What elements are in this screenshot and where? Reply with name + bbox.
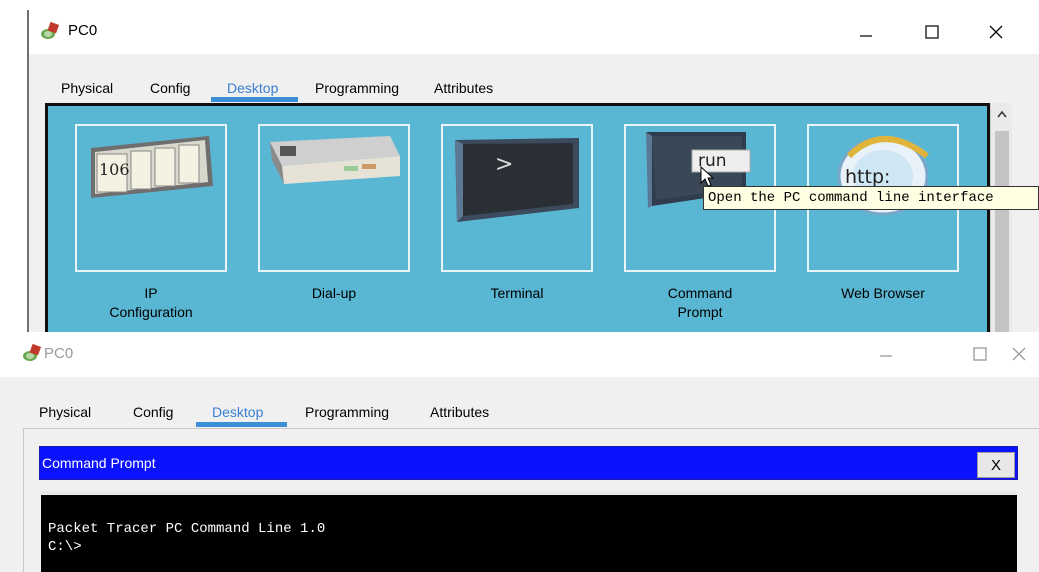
tab-config[interactable]: Config [150,76,190,100]
app-label-terminal: Terminal [490,285,544,301]
tab-attributes[interactable]: Attributes [430,400,489,424]
minimize-icon [880,355,892,357]
app-command-prompt[interactable]: run Command Prompt [624,124,776,322]
active-tab-indicator [211,97,298,102]
vertical-scrollbar[interactable] [990,103,1012,332]
minimize-button[interactable] [846,17,886,47]
window-title: PC0 [68,22,98,39]
app-dial-up[interactable]: Dial-up [258,124,410,303]
modem-icon [258,124,410,272]
command-prompt-close-button[interactable]: X [977,452,1015,478]
maximize-button[interactable] [912,17,952,47]
active-tab-indicator [196,422,287,427]
app-label-dial-up: Dial-up [311,285,357,301]
terminal-prompt-line: C:\> [48,539,82,555]
command-prompt-title-bar: Command Prompt X [39,446,1018,480]
scroll-up-button[interactable] [991,103,1013,125]
tab-programming[interactable]: Programming [305,400,389,424]
minimize-button[interactable] [866,339,906,369]
command-prompt-title: Command Prompt [42,455,156,471]
app-label-command-prompt: Command Prompt [667,285,733,320]
app-terminal[interactable]: > Terminal [441,124,593,303]
terminal-line: Packet Tracer PC Command Line 1.0 [48,521,326,537]
close-icon [989,25,1003,39]
close-button[interactable] [999,339,1039,369]
terminal-output[interactable]: Packet Tracer PC Command Line 1.0 C:\> [41,491,1017,572]
maximize-button[interactable] [960,339,1000,369]
terminal-icon-text: > [495,152,514,177]
tab-physical[interactable]: Physical [39,400,91,424]
chevron-up-icon [997,110,1007,118]
desktop-panel: 106 IP Configuration Dial-up > Terminal … [45,103,990,332]
ip-configuration-icon: 106 [75,124,227,272]
app-ip-configuration[interactable]: 106 IP Configuration [75,124,227,322]
web-browser-icon-text: http: [845,166,891,188]
tab-attributes[interactable]: Attributes [434,76,493,100]
tooltip: Open the PC command line interface [703,186,1039,210]
mouse-cursor-icon [700,166,715,187]
tab-programming[interactable]: Programming [315,76,399,100]
packet-tracer-pc-icon [22,343,44,363]
tab-config[interactable]: Config [133,400,173,424]
app-label-ip-configuration: IP Configuration [109,285,193,320]
tab-desktop[interactable]: Desktop [212,400,263,424]
scroll-thumb[interactable] [995,131,1009,332]
packet-tracer-pc-icon [40,21,62,41]
pc0-window-desktop: PC0 Physical Config Desktop Programming … [0,0,1039,332]
close-button[interactable] [976,17,1016,47]
window-title: PC0 [44,345,74,362]
maximize-icon [925,25,939,39]
minimize-icon [860,35,872,37]
app-label-web-browser: Web Browser [841,285,925,301]
close-icon [1012,347,1026,361]
maximize-icon [973,347,987,361]
app-web-browser[interactable]: http: Web Browser [807,124,959,303]
title-bar[interactable]: PC0 [0,14,1039,54]
title-bar[interactable]: PC0 [0,338,1039,378]
ip-configuration-icon-text: 106 [99,160,130,179]
tab-physical[interactable]: Physical [61,76,113,100]
terminal-icon: > [441,124,593,272]
